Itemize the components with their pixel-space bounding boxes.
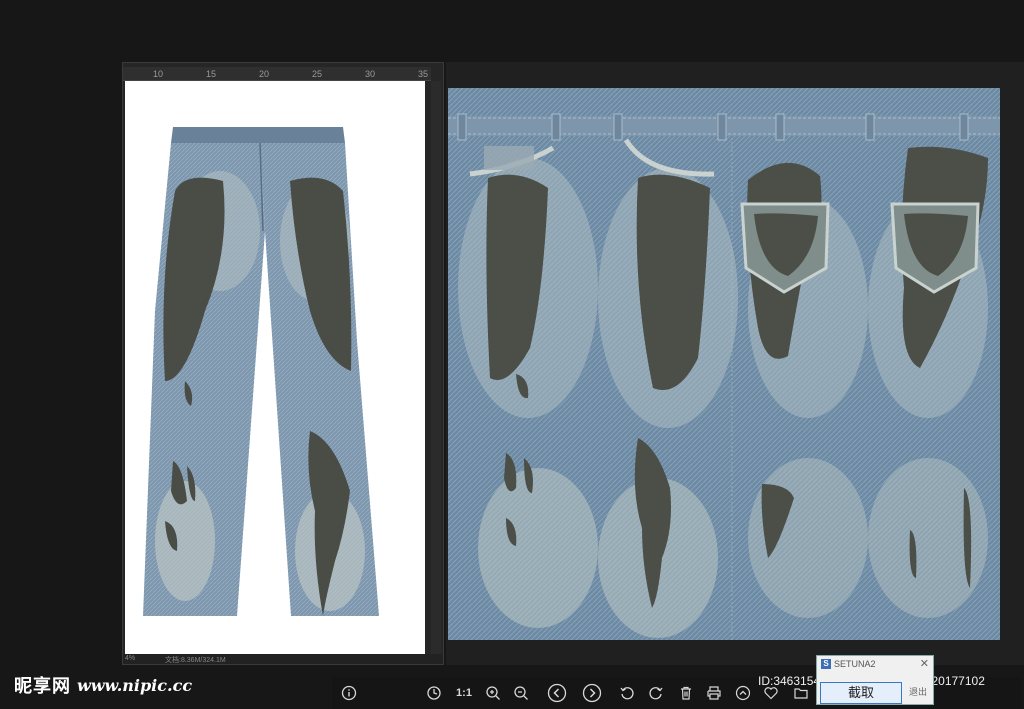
delete-button[interactable] — [675, 682, 697, 704]
ruler-label: 30 — [365, 69, 376, 79]
rotate-left-button[interactable] — [616, 682, 638, 704]
setuna-logo-icon: S — [821, 659, 831, 669]
next-button[interactable] — [581, 682, 603, 704]
ruler-label: 25 — [312, 69, 323, 79]
vertical-scrollbar[interactable] — [431, 81, 441, 656]
info-button[interactable] — [338, 682, 360, 704]
ruler-label: 20 — [259, 69, 270, 79]
rotate-left-icon — [620, 687, 634, 700]
actual-size-button[interactable]: 1:1 — [453, 682, 475, 704]
exit-button[interactable]: 退出 — [905, 682, 931, 704]
trash-icon — [681, 686, 691, 700]
horizontal-ruler: 10 15 20 25 30 35 — [123, 67, 431, 81]
editor-panel: 10 15 20 25 30 35 4% 文档:8.36M/324.1M — [122, 62, 444, 665]
dialog-title-text: SETUNA2 — [834, 659, 876, 669]
status-bar: 4% 文档:8.36M/324.1M — [123, 654, 443, 664]
clock-fit-icon — [427, 686, 441, 700]
watermark-url: www.nipic.cc — [77, 675, 193, 695]
rotate-right-icon — [649, 687, 663, 700]
chevron-left-circle-icon — [547, 683, 567, 703]
zoom-level: 4% — [125, 655, 136, 662]
ruler-label: 15 — [206, 69, 217, 79]
document-size: 文档:8.36M/324.1M — [165, 657, 226, 664]
collapse-button[interactable] — [732, 682, 754, 704]
fit-button[interactable] — [423, 682, 445, 704]
rotate-right-button[interactable] — [645, 682, 667, 704]
previous-button[interactable] — [546, 682, 568, 704]
document-canvas[interactable] — [125, 81, 425, 656]
chevron-up-circle-icon — [735, 685, 751, 701]
close-icon[interactable]: ✕ — [920, 657, 929, 670]
zoom-out-button[interactable] — [510, 682, 532, 704]
printer-icon — [707, 686, 721, 700]
texture-image[interactable] — [448, 88, 1000, 640]
zoom-out-icon — [514, 686, 528, 700]
zoom-in-button[interactable] — [482, 682, 504, 704]
denim-texture-map — [448, 88, 1000, 640]
ruler-label: 10 — [153, 69, 164, 79]
ruler-label: 35 — [418, 69, 429, 79]
chevron-right-circle-icon — [582, 683, 602, 703]
print-button[interactable] — [703, 682, 725, 704]
capture-button[interactable]: 截取 — [820, 682, 902, 704]
image-viewer — [446, 62, 1024, 665]
zoom-in-icon — [486, 686, 500, 700]
info-icon — [341, 685, 357, 701]
watermark-brand: 昵享网 — [14, 676, 71, 697]
watermark: 昵享网 www.nipic.cc — [14, 672, 192, 698]
setuna-capture-dialog: S SETUNA2 ✕ 截取 退出 — [816, 655, 934, 705]
dialog-title: S SETUNA2 — [821, 659, 876, 669]
jeans-product-image — [143, 127, 379, 616]
